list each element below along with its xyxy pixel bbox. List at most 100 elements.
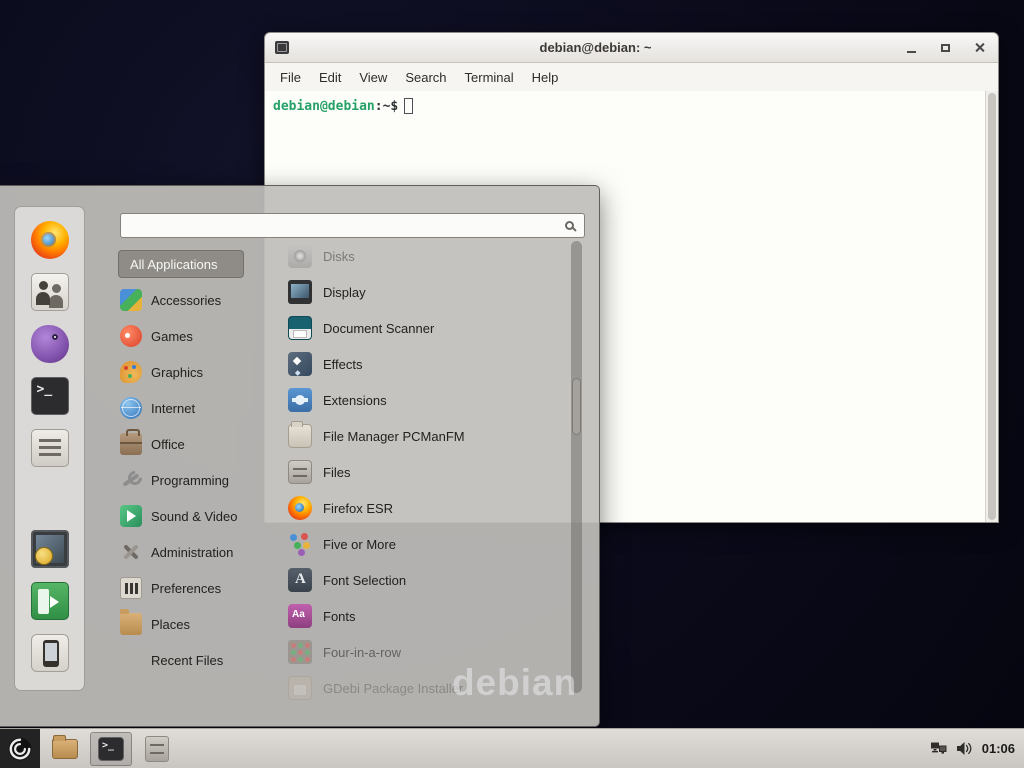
fonts-icon (288, 604, 312, 628)
prompt-suffix: :~$ (375, 99, 398, 114)
firefox-favorite-icon[interactable] (31, 221, 69, 259)
app-label: Fonts (323, 609, 356, 624)
taskbar-files-icon (145, 736, 169, 762)
app-item-extensions[interactable]: Extensions (288, 382, 566, 418)
category-sound-video[interactable]: Sound & Video (118, 498, 276, 534)
games-icon (120, 325, 142, 347)
favorites-column (14, 206, 85, 691)
taskbar-terminal-icon (98, 737, 124, 761)
category-places[interactable]: Places (118, 606, 276, 642)
effects-sparkle-icon (288, 352, 312, 376)
application-list: Disks Display Document Scanner Effects E… (288, 238, 566, 706)
menu-search[interactable]: Search (396, 66, 455, 89)
gdebi-package-icon (288, 676, 312, 700)
four-in-a-row-grid-icon (288, 640, 312, 664)
app-label: Effects (323, 357, 363, 372)
menu-button[interactable] (0, 729, 40, 768)
minimize-button[interactable] (902, 39, 920, 57)
places-folder-icon (120, 613, 142, 635)
office-briefcase-icon (120, 433, 142, 455)
category-graphics[interactable]: Graphics (118, 354, 276, 390)
disks-icon (288, 244, 312, 268)
terminal-window-icon (275, 41, 289, 54)
menu-help[interactable]: Help (523, 66, 568, 89)
app-item-display[interactable]: Display (288, 274, 566, 310)
category-preferences[interactable]: Preferences (118, 570, 276, 606)
menu-edit[interactable]: Edit (310, 66, 350, 89)
category-label: Recent Files (151, 653, 223, 668)
category-label: Accessories (151, 293, 221, 308)
app-label: Display (323, 285, 366, 300)
prompt-user-host: debian@debian (273, 99, 375, 114)
category-all-applications[interactable]: All Applications (118, 250, 244, 278)
app-item-effects[interactable]: Effects (288, 346, 566, 382)
terminal-scrollbar-thumb[interactable] (988, 93, 996, 520)
menu-view[interactable]: View (350, 66, 396, 89)
app-label: Font Selection (323, 573, 406, 588)
shutdown-icon[interactable] (31, 634, 69, 672)
programming-wrench-icon (120, 469, 142, 491)
users-favorite-icon[interactable] (31, 273, 69, 311)
taskbar-terminal-button[interactable] (90, 732, 132, 766)
app-label: Disks (323, 249, 355, 264)
menu-search-input[interactable] (129, 218, 565, 233)
terminal-titlebar[interactable]: debian@debian: ~ (265, 33, 998, 63)
purple-app-favorite-icon[interactable] (31, 325, 69, 363)
graphics-icon (120, 361, 142, 383)
debian-swirl-icon (7, 736, 33, 762)
category-games[interactable]: Games (118, 318, 276, 354)
category-label: Internet (151, 401, 195, 416)
category-administration[interactable]: Administration (118, 534, 276, 570)
lock-screen-icon[interactable] (31, 530, 69, 568)
file-manager-icon (288, 424, 312, 448)
menu-terminal[interactable]: Terminal (456, 66, 523, 89)
app-item-document-scanner[interactable]: Document Scanner (288, 310, 566, 346)
app-item-font-selection[interactable]: Font Selection (288, 562, 566, 598)
app-label: Extensions (323, 393, 387, 408)
app-item-disks[interactable]: Disks (288, 238, 566, 274)
category-label: Programming (151, 473, 229, 488)
app-label: Files (323, 465, 350, 480)
five-or-more-dots-icon (288, 532, 312, 556)
logout-icon[interactable] (31, 582, 69, 620)
volume-icon[interactable] (956, 741, 973, 756)
sound-video-speaker-icon (120, 505, 142, 527)
menu-file[interactable]: File (271, 66, 310, 89)
app-label: File Manager PCManFM (323, 429, 465, 444)
terminal-title: debian@debian: ~ (289, 40, 902, 55)
maximize-button[interactable] (936, 39, 954, 57)
app-item-files[interactable]: Files (288, 454, 566, 490)
accessories-icon (120, 289, 142, 311)
category-label: Office (151, 437, 185, 452)
app-item-file-manager-pcmanfm[interactable]: File Manager PCManFM (288, 418, 566, 454)
maximize-icon (941, 44, 950, 52)
category-office[interactable]: Office (118, 426, 276, 462)
taskbar-files-button[interactable] (136, 732, 178, 766)
menu-search-box[interactable] (120, 213, 585, 238)
close-icon (974, 42, 985, 53)
app-label: GDebi Package Installer (323, 681, 463, 696)
app-list-scrollbar-thumb[interactable] (572, 378, 581, 435)
app-item-firefox-esr[interactable]: Firefox ESR (288, 490, 566, 526)
taskbar-file-manager-button[interactable] (44, 732, 86, 766)
category-internet[interactable]: Internet (118, 390, 276, 426)
clock[interactable]: 01:06 (982, 741, 1015, 756)
app-item-fonts[interactable]: Fonts (288, 598, 566, 634)
extensions-gear-icon (288, 388, 312, 412)
minimize-icon (907, 51, 916, 53)
terminal-scrollbar[interactable] (985, 91, 998, 522)
document-scanner-icon (288, 316, 312, 340)
terminal-favorite-icon[interactable] (31, 377, 69, 415)
firefox-icon (288, 496, 312, 520)
app-item-five-or-more[interactable]: Five or More (288, 526, 566, 562)
app-list-scrollbar[interactable] (571, 241, 582, 693)
category-recent-files[interactable]: Recent Files (118, 642, 276, 678)
close-button[interactable] (970, 39, 988, 57)
category-accessories[interactable]: Accessories (118, 282, 276, 318)
network-icon[interactable] (930, 741, 947, 756)
document-device-favorite-icon[interactable] (31, 429, 69, 467)
category-label: Games (151, 329, 193, 344)
category-label: Preferences (151, 581, 221, 596)
search-icon (565, 221, 574, 230)
category-programming[interactable]: Programming (118, 462, 276, 498)
